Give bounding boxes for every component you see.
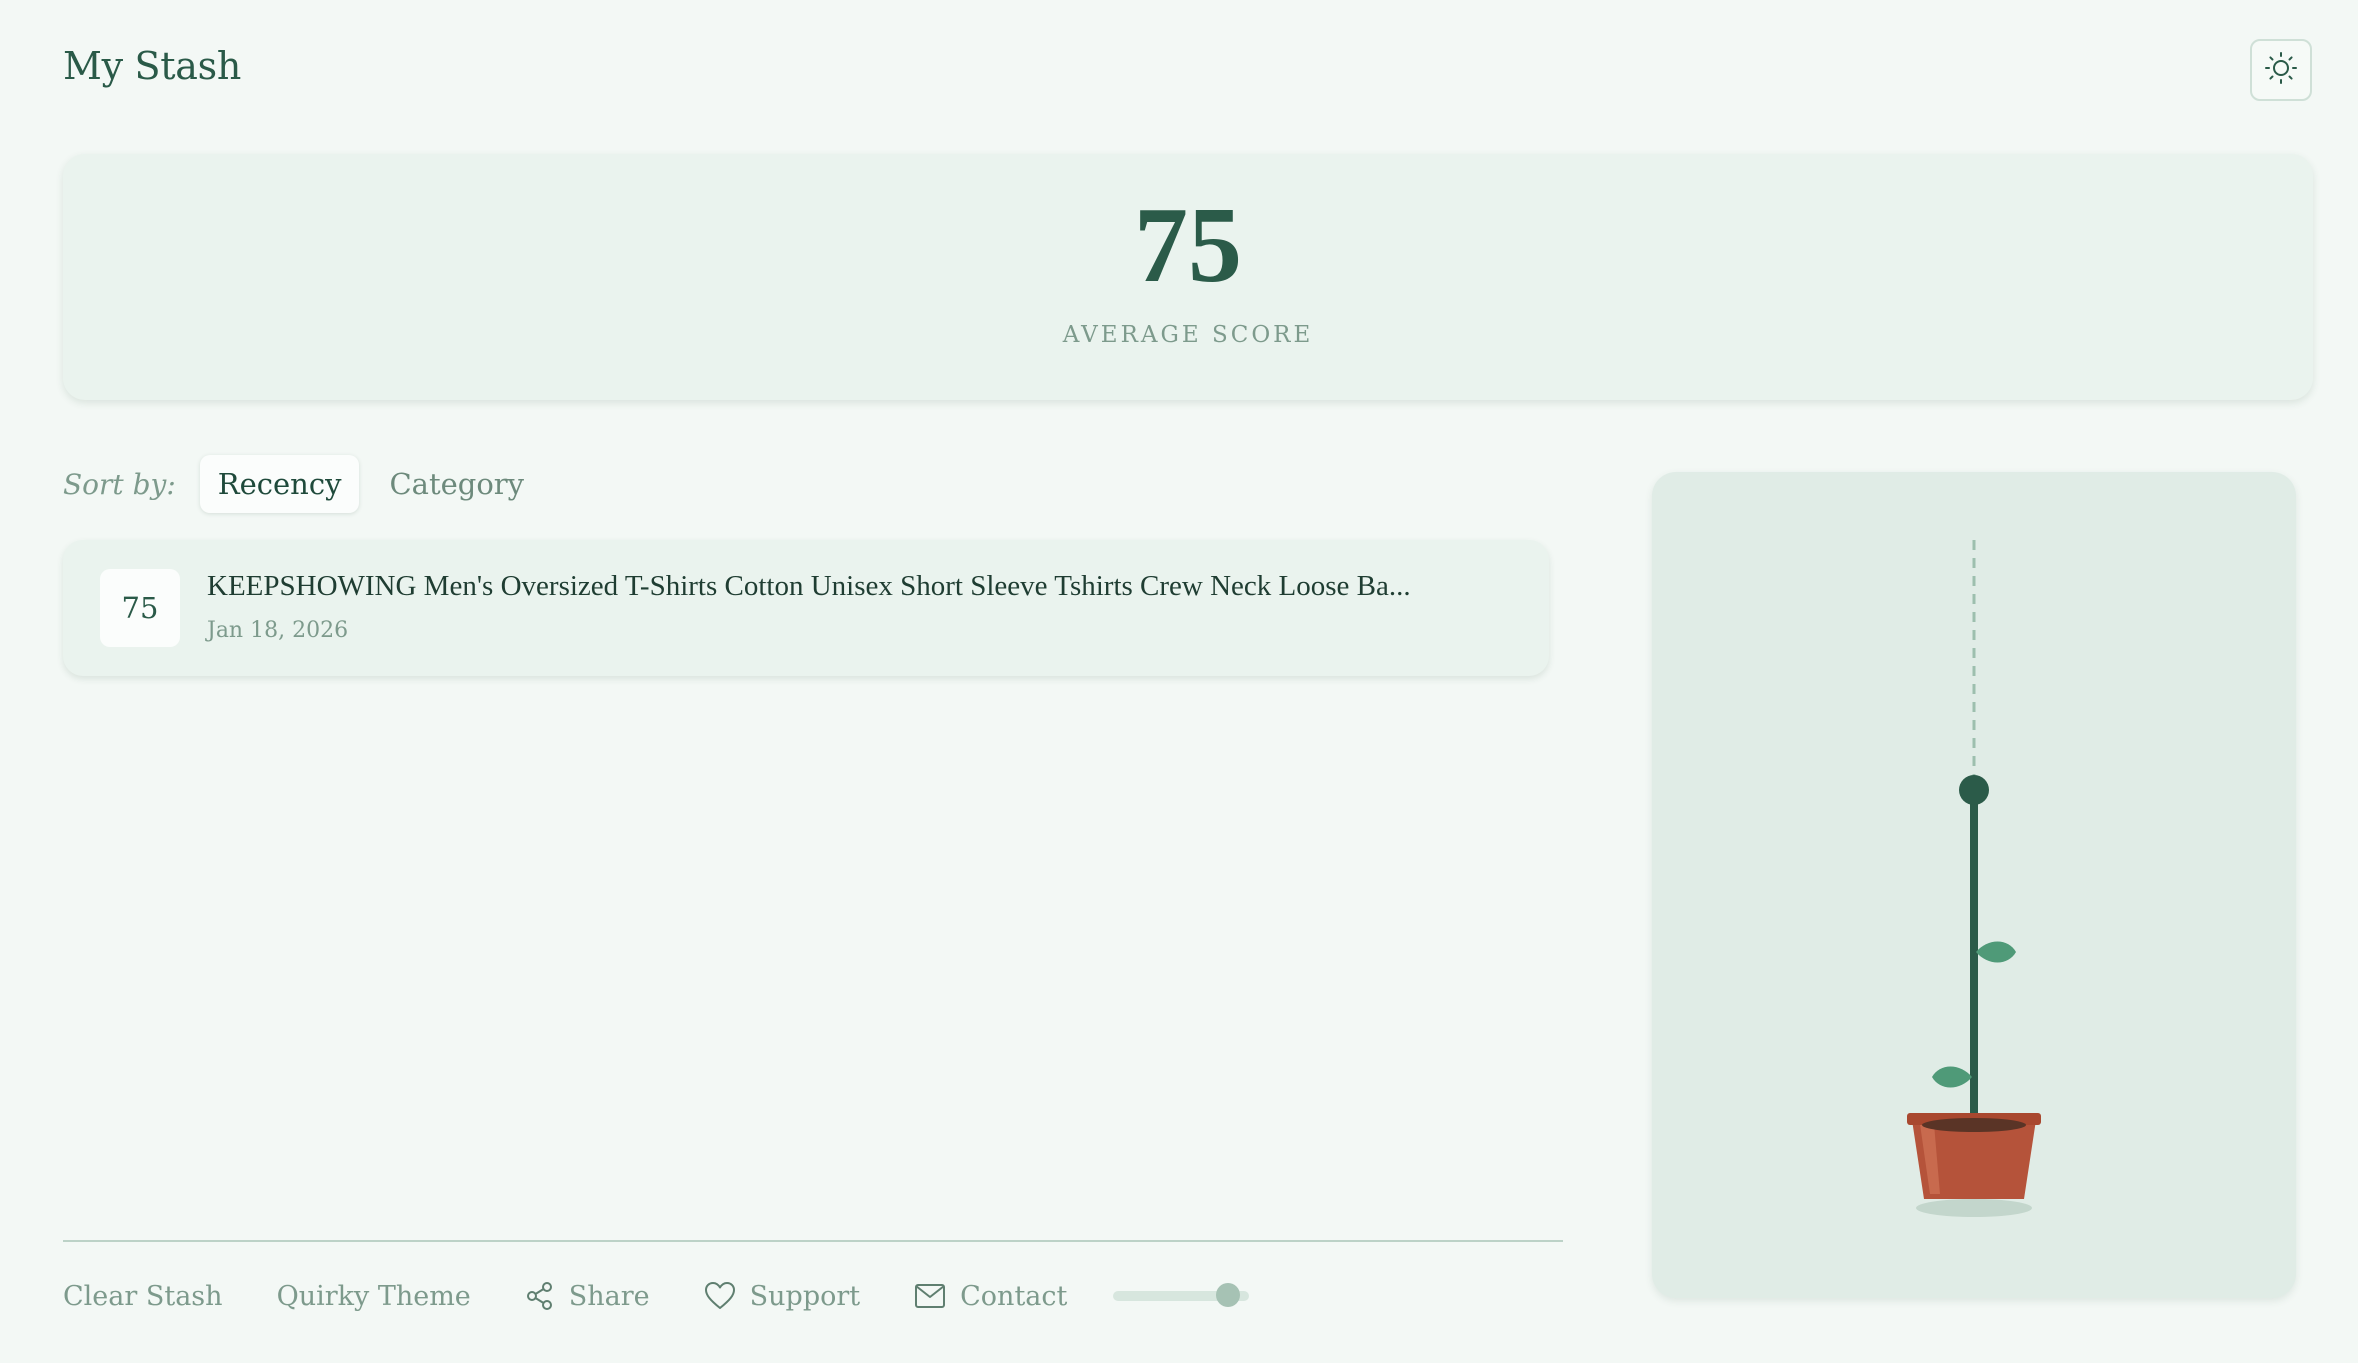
app: My Stash 75 AVERAGE SCORE Sort by: Recen… <box>0 0 2358 1363</box>
footer-divider <box>63 1240 1563 1242</box>
sun-icon <box>2264 51 2298 89</box>
slider-knob[interactable] <box>1215 1283 1240 1307</box>
heart-icon <box>704 1282 735 1309</box>
pot-shadow <box>1916 1199 2032 1217</box>
quirky-theme-button[interactable]: Quirky Theme <box>277 1281 471 1312</box>
share-label: Share <box>568 1280 650 1312</box>
footer: Clear Stash Quirky Theme Share Support C… <box>63 1268 1250 1324</box>
plant-illustration <box>1907 540 2041 1217</box>
share-icon <box>526 1282 552 1310</box>
share-button[interactable]: Share <box>525 1281 650 1312</box>
theme-toggle-button[interactable] <box>2250 39 2312 101</box>
page-title: My Stash <box>63 44 241 88</box>
plant-bud <box>1959 775 1989 805</box>
leaf-left <box>1932 1066 1972 1088</box>
clear-stash-button[interactable]: Clear Stash <box>63 1281 223 1312</box>
contact-button[interactable]: Contact <box>914 1281 1067 1312</box>
sort-category-button[interactable]: Category <box>371 455 542 513</box>
mail-icon <box>915 1284 946 1308</box>
item-date: Jan 18, 2026 <box>207 618 349 643</box>
level-slider[interactable] <box>1113 1283 1250 1307</box>
average-score-card: 75 AVERAGE SCORE <box>63 154 2313 400</box>
sort-recency-button[interactable]: Recency <box>199 455 360 513</box>
sort-label: Sort by: <box>63 467 176 501</box>
contact-label: Contact <box>960 1280 1068 1312</box>
clear-stash-label: Clear Stash <box>63 1280 223 1312</box>
plant-illustration-panel <box>1652 472 2296 1298</box>
average-score-label: AVERAGE SCORE <box>1062 322 1314 348</box>
list-item[interactable]: 75 KEEPSHOWING Men's Oversized T-Shirts … <box>63 540 1549 676</box>
item-score-badge: 75 <box>100 569 180 647</box>
pot-soil <box>1922 1118 2026 1132</box>
item-title: KEEPSHOWING Men's Oversized T-Shirts Cot… <box>207 570 1411 602</box>
average-score-value: 75 <box>1134 186 1242 305</box>
support-button[interactable]: Support <box>704 1281 860 1312</box>
quirky-theme-label: Quirky Theme <box>276 1280 471 1312</box>
support-label: Support <box>749 1280 861 1312</box>
sort-controls: Sort by: Recency Category <box>63 454 554 514</box>
leaf-right <box>1976 941 2016 963</box>
